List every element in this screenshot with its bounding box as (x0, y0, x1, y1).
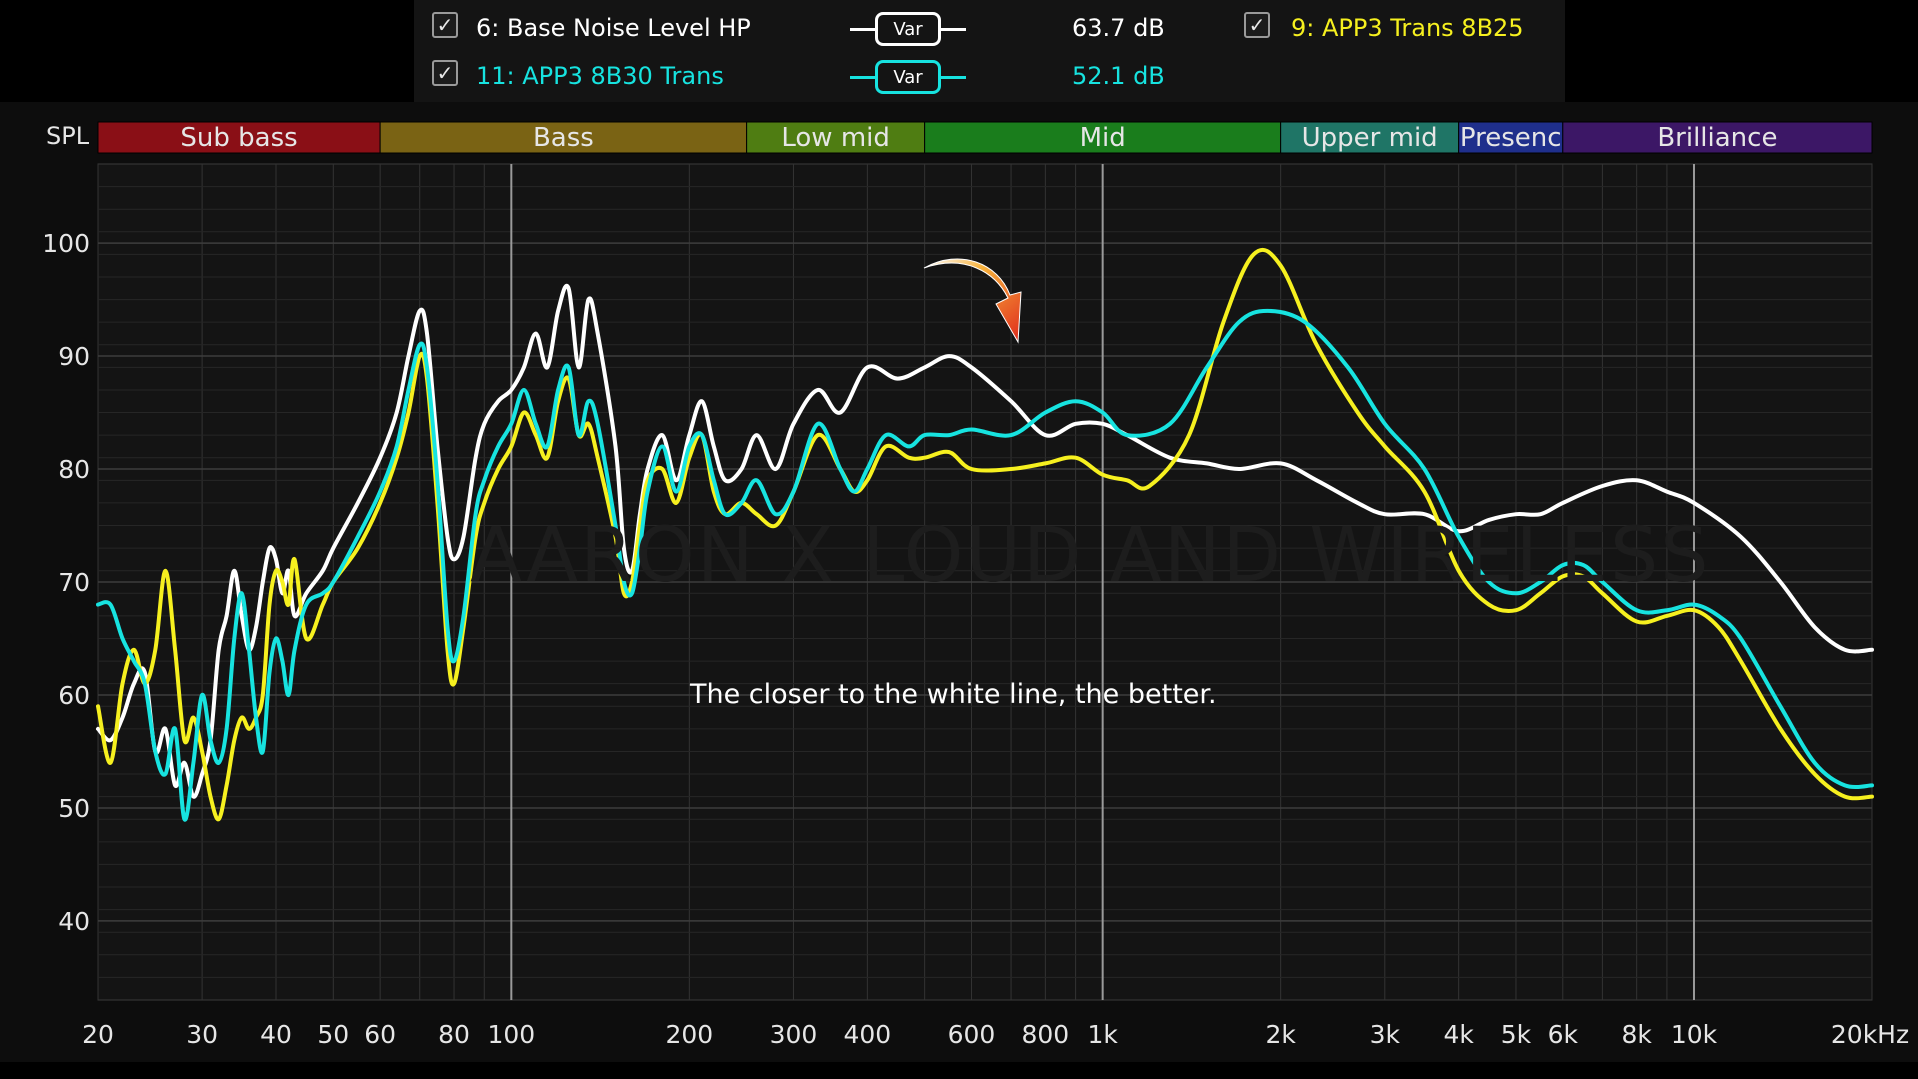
var-button-app3-8b30[interactable]: Var (875, 60, 941, 94)
x-tick-label: 10k (1671, 1020, 1718, 1049)
legend-db-app3-8b30: 52.1 dB (1072, 62, 1165, 90)
var-button-base-noise[interactable]: Var (875, 12, 941, 46)
x-tick-label: 60 (364, 1020, 396, 1049)
band-label: Presenc (1460, 123, 1562, 153)
band-label: Upper mid (1302, 123, 1438, 153)
legend-label-app3-trans-8b25: 9: APP3 Trans 8B25 (1291, 14, 1524, 42)
y-tick-label: 50 (58, 794, 90, 823)
x-tick-label: 8k (1621, 1020, 1652, 1049)
x-tick-label: 2k (1265, 1020, 1296, 1049)
watermark: AARON X LOUD AND WIRELESS (470, 510, 1711, 599)
x-tick-label: 40 (260, 1020, 292, 1049)
x-tick-label: 300 (770, 1020, 818, 1049)
checkmark-icon: ✓ (436, 13, 454, 37)
checkbox-app3-8b30[interactable]: ✓ (432, 60, 458, 86)
legend-row-base-noise: ✓ 6: Base Noise Level HP Var 63.7 dB ✓ 9… (414, 6, 1565, 54)
x-tick-label: 600 (948, 1020, 996, 1049)
y-tick-label: 70 (58, 568, 90, 597)
legend-label-app3-8b30: 11: APP3 8B30 Trans (476, 62, 724, 90)
y-tick-label: 100 (42, 229, 90, 258)
band-label: Mid (1080, 123, 1126, 153)
y-axis-label: SPL (46, 122, 90, 150)
x-tick-label: 5k (1501, 1020, 1532, 1049)
x-tick-label: 1k (1087, 1020, 1118, 1049)
x-tick-label: 20 (82, 1020, 114, 1049)
y-tick-label: 40 (58, 907, 90, 936)
legend-label-base-noise: 6: Base Noise Level HP (476, 14, 751, 42)
legend-panel: ✓ 6: Base Noise Level HP Var 63.7 dB ✓ 9… (414, 0, 1565, 102)
x-tick-label: 400 (843, 1020, 891, 1049)
y-tick-label: 80 (58, 455, 90, 484)
checkmark-icon: ✓ (1248, 13, 1266, 37)
x-tick-label: 100 (487, 1020, 535, 1049)
checkbox-app3-trans-8b25[interactable]: ✓ (1244, 12, 1270, 38)
x-tick-label: 6k (1548, 1020, 1579, 1049)
band-label: Low mid (781, 123, 890, 153)
x-tick-label: 800 (1021, 1020, 1069, 1049)
y-tick-label: 90 (58, 342, 90, 371)
x-tick-label: 3k (1370, 1020, 1401, 1049)
x-tick-label: 200 (665, 1020, 713, 1049)
legend-row-app3-8b30: ✓ 11: APP3 8B30 Trans Var 52.1 dB (414, 54, 1565, 102)
x-tick-label: 30 (186, 1020, 218, 1049)
band-label: Bass (533, 123, 594, 153)
band-label: Brilliance (1657, 123, 1777, 153)
checkmark-icon: ✓ (436, 61, 454, 85)
legend-db-base-noise: 63.7 dB (1072, 14, 1165, 42)
caption: The closer to the white line, the better… (690, 679, 1217, 710)
y-tick-label: 60 (58, 681, 90, 710)
band-label: Sub bass (180, 123, 297, 153)
checkbox-base-noise[interactable]: ✓ (432, 12, 458, 38)
x-tick-label: 4k (1443, 1020, 1474, 1049)
x-tick-label: 20kHz (1831, 1020, 1909, 1049)
x-tick-label: 50 (317, 1020, 349, 1049)
x-tick-label: 80 (438, 1020, 470, 1049)
